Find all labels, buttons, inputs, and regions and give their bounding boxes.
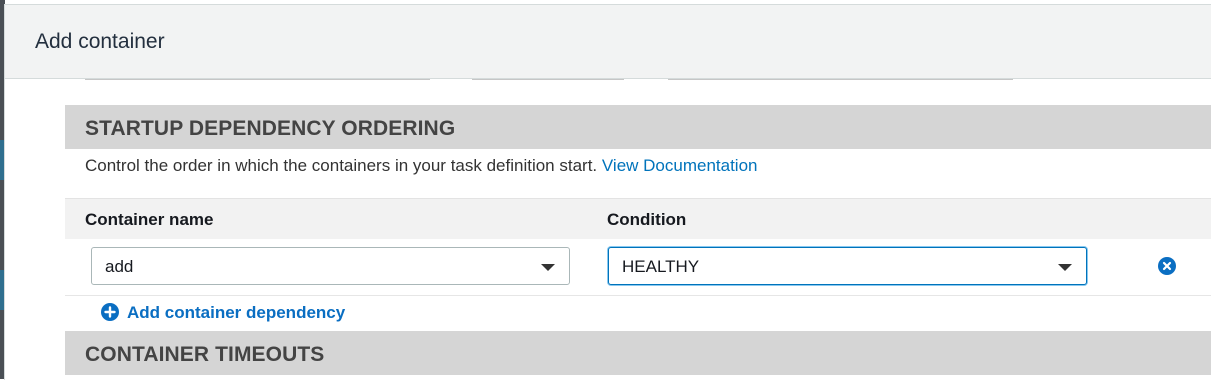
dependency-table-header: Container name Condition (65, 198, 1211, 240)
modal-body[interactable]: STARTUP DEPENDENCY ORDERING Control the … (5, 79, 1211, 380)
remove-circle-icon[interactable] (1158, 257, 1176, 275)
scrolled-field-edge (472, 79, 624, 80)
description-text: Control the order in which the container… (85, 156, 598, 175)
add-container-modal: Add container STARTUP DEPENDENCY ORDERIN… (4, 4, 1211, 380)
table-row: add HEALTHY (65, 239, 1211, 296)
plus-circle-icon (101, 303, 119, 321)
add-container-dependency-label: Add container dependency (127, 303, 346, 322)
container-timeouts-section-header: CONTAINER TIMEOUTS (65, 331, 1211, 375)
scrolled-field-edge (668, 79, 1013, 80)
condition-value: HEALTHY (622, 257, 700, 276)
condition-select[interactable]: HEALTHY (608, 247, 1087, 285)
section-description: Control the order in which the container… (85, 156, 758, 176)
section-title: STARTUP DEPENDENCY ORDERING (85, 117, 456, 140)
container-name-select[interactable]: add (91, 247, 570, 285)
section-title: CONTAINER TIMEOUTS (85, 343, 325, 366)
scrolled-field-edge (85, 79, 430, 80)
modal-header: Add container (5, 5, 1211, 79)
column-header-condition: Condition (607, 210, 687, 229)
container-name-value: add (105, 257, 134, 276)
startup-dependency-section-header: STARTUP DEPENDENCY ORDERING (65, 105, 1211, 149)
chevron-down-icon (1058, 264, 1072, 271)
modal-title: Add container (35, 30, 165, 53)
view-documentation-link[interactable]: View Documentation (602, 156, 758, 175)
column-header-container-name: Container name (85, 210, 214, 229)
chevron-down-icon (541, 264, 555, 271)
